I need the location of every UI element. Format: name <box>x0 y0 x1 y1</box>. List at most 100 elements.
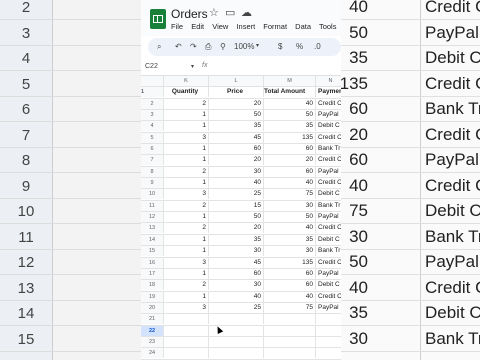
select-all-corner[interactable] <box>141 76 164 86</box>
menu-edit[interactable]: Edit <box>191 22 204 31</box>
payment-cell[interactable]: PayPal <box>316 110 341 120</box>
row-header[interactable]: 9 <box>141 178 164 189</box>
quantity-cell[interactable]: 3 <box>164 132 209 143</box>
empty-cell[interactable] <box>209 348 264 359</box>
row-header[interactable]: 23 <box>141 336 164 347</box>
row-header[interactable]: 21 <box>141 314 164 325</box>
zoom-chevron-down-icon[interactable]: ▾ <box>256 42 259 49</box>
price-cell[interactable]: 15 <box>209 200 264 211</box>
total-amount-cell[interactable]: 35 <box>264 121 316 132</box>
header-total-amount[interactable]: Total Amount <box>264 87 316 98</box>
empty-cell[interactable] <box>264 336 316 347</box>
row-header[interactable]: 19 <box>141 291 164 302</box>
total-amount-cell[interactable]: 20 <box>264 155 316 166</box>
cloud-status-icon[interactable]: ☁ <box>241 6 252 19</box>
column-header-n[interactable]: N <box>316 76 341 86</box>
row-header[interactable]: 10 <box>141 189 164 200</box>
row-header[interactable]: 2 <box>141 98 164 109</box>
print-icon[interactable]: ⎙ <box>205 42 211 52</box>
payment-cell[interactable]: PayPal <box>316 269 341 279</box>
total-amount-cell[interactable]: 30 <box>264 200 316 211</box>
payment-cell[interactable]: Credit C <box>316 155 341 165</box>
empty-cell[interactable] <box>164 348 209 359</box>
name-box[interactable]: C22 <box>145 63 158 70</box>
empty-cell[interactable] <box>264 325 316 336</box>
quantity-cell[interactable]: 1 <box>164 110 209 121</box>
payment-cell[interactable]: Credit C <box>316 292 341 302</box>
price-cell[interactable]: 45 <box>209 257 264 268</box>
row-header[interactable]: 24 <box>141 348 164 359</box>
quantity-cell[interactable]: 2 <box>164 200 209 211</box>
row-header[interactable]: 16 <box>141 257 164 268</box>
row-header[interactable]: 20 <box>141 302 164 313</box>
empty-cell[interactable] <box>209 314 264 325</box>
total-amount-cell[interactable]: 30 <box>264 246 316 257</box>
move-folder-icon[interactable]: ▭ <box>225 6 235 19</box>
quantity-cell[interactable]: 2 <box>164 223 209 234</box>
payment-cell[interactable]: Bank Tr <box>316 246 341 256</box>
row-header[interactable]: 3 <box>141 110 164 121</box>
payment-cell[interactable]: PayPal <box>316 167 341 177</box>
empty-cell[interactable] <box>316 314 341 324</box>
quantity-cell[interactable]: 1 <box>164 121 209 132</box>
total-amount-cell[interactable]: 75 <box>264 189 316 200</box>
price-cell[interactable]: 20 <box>209 155 264 166</box>
quantity-cell[interactable]: 1 <box>164 144 209 155</box>
payment-cell[interactable]: Credit C <box>316 223 341 233</box>
quantity-cell[interactable]: 2 <box>164 98 209 109</box>
decrease-decimal-button[interactable]: .0 <box>314 42 321 51</box>
row-header[interactable]: 18 <box>141 280 164 291</box>
name-box-chevron-down-icon[interactable]: ▾ <box>191 63 194 70</box>
quantity-cell[interactable]: 3 <box>164 189 209 200</box>
quantity-cell[interactable]: 1 <box>164 212 209 223</box>
row-header[interactable]: 14 <box>141 234 164 245</box>
price-cell[interactable]: 30 <box>209 246 264 257</box>
row-header[interactable]: 22 <box>141 325 164 336</box>
total-amount-cell[interactable]: 35 <box>264 234 316 245</box>
quantity-cell[interactable]: 3 <box>164 257 209 268</box>
price-cell[interactable]: 30 <box>209 280 264 291</box>
menu-tools[interactable]: Tools <box>319 22 337 31</box>
total-amount-cell[interactable]: 40 <box>264 178 316 189</box>
row-header[interactable]: 1 <box>141 87 164 98</box>
payment-cell[interactable]: Bank Tr <box>316 144 341 154</box>
price-cell[interactable]: 25 <box>209 189 264 200</box>
payment-cell[interactable]: Debit C <box>316 280 341 290</box>
menu-insert[interactable]: Insert <box>236 22 255 31</box>
price-cell[interactable]: 20 <box>209 223 264 234</box>
empty-cell[interactable] <box>316 337 341 347</box>
payment-cell[interactable]: Credit C <box>316 99 341 109</box>
total-amount-cell[interactable]: 60 <box>264 166 316 177</box>
row-header[interactable]: 6 <box>141 144 164 155</box>
total-amount-cell[interactable]: 135 <box>264 132 316 143</box>
empty-cell[interactable] <box>209 336 264 347</box>
quantity-cell[interactable]: 1 <box>164 246 209 257</box>
document-title[interactable]: Orders <box>171 7 208 21</box>
total-amount-cell[interactable]: 60 <box>264 144 316 155</box>
price-cell[interactable]: 35 <box>209 121 264 132</box>
row-header[interactable]: 15 <box>141 246 164 257</box>
header-price[interactable]: Price <box>209 87 264 98</box>
price-cell[interactable]: 50 <box>209 212 264 223</box>
payment-cell[interactable]: Credit C <box>316 258 341 268</box>
price-cell[interactable]: 50 <box>209 110 264 121</box>
total-amount-cell[interactable]: 60 <box>264 280 316 291</box>
row-header[interactable]: 4 <box>141 121 164 132</box>
quantity-cell[interactable]: 1 <box>164 155 209 166</box>
price-cell[interactable]: 35 <box>209 234 264 245</box>
price-cell[interactable]: 40 <box>209 178 264 189</box>
empty-cell[interactable] <box>164 314 209 325</box>
header-quantity[interactable]: Quantity <box>164 87 209 98</box>
quantity-cell[interactable]: 1 <box>164 291 209 302</box>
payment-cell[interactable]: Debit C <box>316 235 341 245</box>
star-icon[interactable]: ☆ <box>209 6 219 19</box>
payment-cell[interactable]: Bank Tr <box>316 201 341 211</box>
row-header[interactable]: 7 <box>141 155 164 166</box>
total-amount-cell[interactable]: 40 <box>264 98 316 109</box>
total-amount-cell[interactable]: 50 <box>264 212 316 223</box>
row-header[interactable]: 17 <box>141 268 164 279</box>
payment-cell[interactable]: PayPal <box>316 212 341 222</box>
row-header[interactable]: 13 <box>141 223 164 234</box>
row-header[interactable]: 5 <box>141 132 164 143</box>
quantity-cell[interactable]: 3 <box>164 302 209 313</box>
